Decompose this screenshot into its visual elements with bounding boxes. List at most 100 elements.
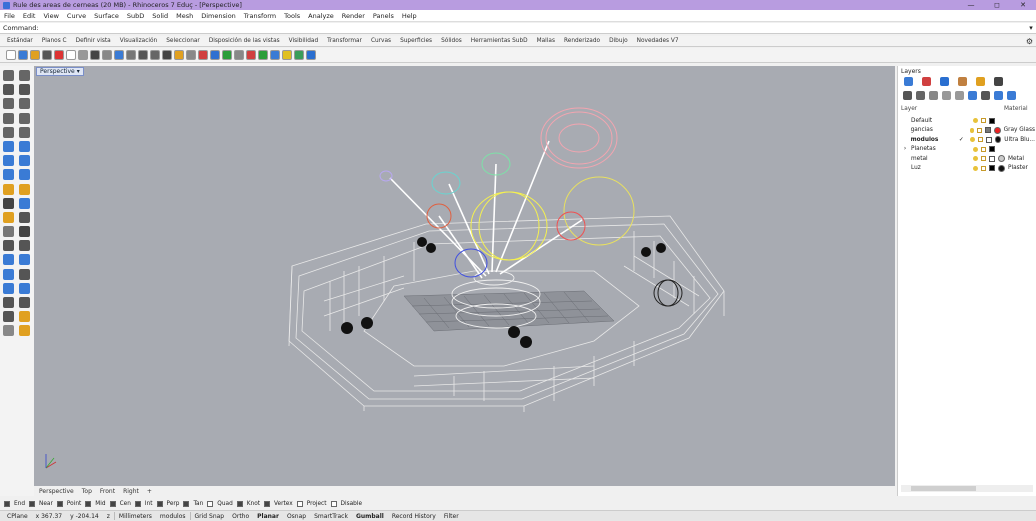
panel-tab-icon[interactable] — [958, 77, 967, 86]
layer-tool-icon[interactable] — [955, 91, 964, 100]
menu-file[interactable]: File — [4, 12, 15, 20]
maximize-button[interactable]: ◻ — [984, 0, 1010, 10]
sidebar-tool-icon[interactable] — [3, 183, 14, 195]
toolbar-tool-icon[interactable] — [78, 50, 88, 60]
layer-visible-bulb-icon[interactable] — [970, 137, 975, 143]
toolbar-tab[interactable]: Disposición de las vistas — [209, 38, 280, 44]
layer-lock-icon[interactable] — [977, 127, 983, 133]
layer-tool-icon[interactable] — [916, 91, 925, 100]
layer-row[interactable]: gancias Gray Glass — [901, 126, 1035, 136]
record-history-toggle[interactable]: Record History — [388, 513, 440, 520]
osnap-toggle[interactable]: Osnap — [283, 513, 310, 520]
layer-tool-icon[interactable] — [994, 91, 1003, 100]
view-tab-top[interactable]: Top — [82, 488, 92, 495]
osnap-label[interactable]: Perp — [167, 501, 180, 507]
toolbar-tool-icon[interactable] — [162, 50, 172, 60]
layer-name[interactable]: Planetas — [909, 146, 959, 152]
layer-expand-icon[interactable]: › — [901, 146, 909, 152]
panel-tab-icon[interactable] — [976, 77, 985, 86]
sidebar-tool-icon[interactable] — [19, 155, 30, 167]
toolbar-tool-icon[interactable] — [294, 50, 304, 60]
layer-visible-bulb-icon[interactable] — [973, 118, 978, 124]
osnap-label[interactable]: Project — [307, 501, 327, 507]
layer-visible-bulb-icon[interactable] — [973, 156, 978, 162]
osnap-checkbox[interactable] — [85, 500, 92, 507]
layer-material-name[interactable]: Ultra Blu... — [1004, 137, 1035, 143]
toolbar-tab[interactable]: Curvas — [371, 38, 391, 44]
menu-curve[interactable]: Curve — [67, 12, 86, 20]
panel-tab-icon[interactable] — [904, 77, 913, 86]
osnap-checkbox[interactable] — [4, 500, 10, 507]
toolbar-tool-icon[interactable] — [42, 50, 52, 60]
sidebar-tool-icon[interactable] — [19, 126, 30, 138]
command-history-arrow-icon[interactable]: ▾ — [1026, 24, 1036, 32]
toolbar-tab[interactable]: Seleccionar — [166, 38, 200, 44]
menu-mesh[interactable]: Mesh — [176, 12, 193, 20]
close-button[interactable]: ✕ — [1010, 0, 1036, 10]
sidebar-tool-icon[interactable] — [19, 268, 30, 280]
menu-dimension[interactable]: Dimension — [201, 12, 236, 20]
view-tab-perspective[interactable]: Perspective — [39, 488, 74, 495]
toolbar-tab[interactable]: Novedades V7 — [637, 38, 679, 44]
osnap-checkbox[interactable] — [109, 500, 116, 507]
layer-lock-icon[interactable] — [977, 137, 983, 143]
scrollbar-thumb[interactable] — [911, 486, 976, 491]
toolbar-tool-icon[interactable] — [18, 50, 28, 60]
toolbar-tab[interactable]: Planos C — [42, 38, 67, 44]
osnap-label[interactable]: Quad — [217, 501, 232, 507]
sidebar-tool-icon[interactable] — [19, 169, 30, 181]
layer-tool-icon[interactable] — [981, 91, 990, 100]
sidebar-tool-icon[interactable] — [3, 169, 14, 181]
osnap-checkbox[interactable] — [296, 500, 303, 507]
sidebar-tool-icon[interactable] — [19, 183, 30, 195]
layer-name[interactable]: metal — [909, 156, 959, 162]
layer-name[interactable]: gancias — [909, 127, 956, 133]
layer-row[interactable]: modulos ✓ Ultra Blu... — [901, 135, 1035, 145]
toolbar-tab[interactable]: Definir vista — [76, 38, 111, 44]
layer-tool-icon[interactable] — [942, 91, 951, 100]
sidebar-tool-icon[interactable] — [19, 325, 30, 337]
osnap-checkbox[interactable] — [29, 500, 36, 507]
sidebar-tool-icon[interactable] — [3, 211, 14, 223]
toolbar-tool-icon[interactable] — [270, 50, 280, 60]
planar-toggle[interactable]: Planar — [253, 513, 283, 520]
toolbar-tool-icon[interactable] — [258, 50, 268, 60]
menu-help[interactable]: Help — [402, 12, 417, 20]
layer-name[interactable]: modulos — [909, 137, 957, 143]
gear-icon[interactable]: ⚙ — [1026, 37, 1033, 46]
toolbar-tab[interactable]: Mallas — [537, 38, 555, 44]
layer-material-name[interactable]: Gray Glass — [1004, 127, 1035, 133]
menu-tools[interactable]: Tools — [284, 12, 300, 20]
toolbar-tool-icon[interactable] — [282, 50, 292, 60]
osnap-label[interactable]: Mid — [95, 501, 105, 507]
osnap-checkbox[interactable] — [134, 500, 141, 507]
osnap-checkbox[interactable] — [56, 500, 63, 507]
layer-name[interactable]: Default — [909, 118, 959, 124]
view-tab-front[interactable]: Front — [100, 488, 115, 495]
layer-tool-icon[interactable] — [929, 91, 938, 100]
toolbar-tab[interactable]: Superficies — [400, 38, 432, 44]
toolbar-tab[interactable]: Dibujo — [609, 38, 628, 44]
gumball-toggle[interactable]: Gumball — [352, 513, 388, 520]
osnap-checkbox[interactable] — [330, 500, 337, 507]
toolbar-tab[interactable]: Sólidos — [441, 38, 462, 44]
layer-row[interactable]: Default — [901, 116, 1035, 126]
osnap-label[interactable]: Knot — [247, 501, 260, 507]
layer-visible-bulb-icon[interactable] — [969, 127, 975, 133]
sidebar-tool-icon[interactable] — [19, 112, 30, 124]
panel-tab-icon[interactable] — [994, 77, 1003, 86]
menu-edit[interactable]: Edit — [23, 12, 36, 20]
sidebar-tool-icon[interactable] — [19, 297, 30, 308]
toolbar-tool-icon[interactable] — [102, 50, 112, 60]
sidebar-tool-icon[interactable] — [3, 282, 14, 294]
viewport-title-tab[interactable]: Perspective ▾ — [36, 67, 84, 76]
layer-row[interactable]: Luz Plaster — [901, 164, 1035, 174]
sidebar-tool-icon[interactable] — [3, 311, 14, 323]
toolbar-tool-icon[interactable] — [186, 50, 196, 60]
layer-visible-bulb-icon[interactable] — [973, 165, 978, 171]
sidebar-tool-icon[interactable] — [3, 126, 14, 138]
toolbar-tool-icon[interactable] — [6, 50, 16, 60]
sidebar-tool-icon[interactable] — [3, 155, 14, 167]
minimize-button[interactable]: — — [958, 0, 984, 10]
toolbar-tool-icon[interactable] — [198, 50, 208, 60]
